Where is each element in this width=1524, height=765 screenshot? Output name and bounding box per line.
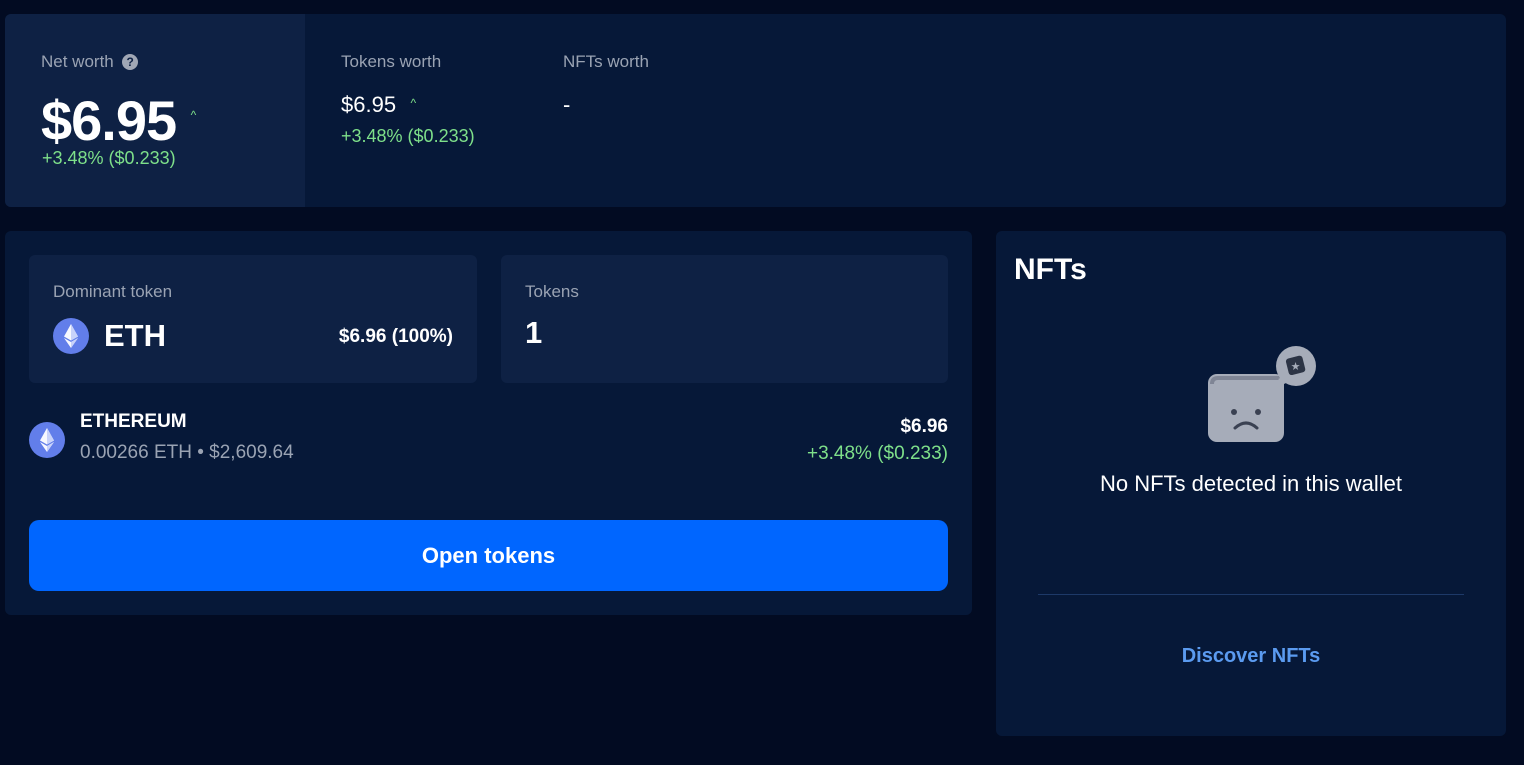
nfts-empty-message: No NFTs detected in this wallet xyxy=(1099,471,1403,496)
dominant-token-value: $6.96 (100%) xyxy=(338,326,453,347)
net-worth-label-row: Net worth ? xyxy=(41,52,139,72)
token-value: $6.96 xyxy=(900,416,948,437)
portfolio-summary: Net worth ? $6.95 ^ +3.48% ($0.233) Toke… xyxy=(5,14,1506,207)
tokens-count-value: 1 xyxy=(525,315,543,350)
token-name: ETHEREUM xyxy=(80,411,187,432)
tokens-worth-block: Tokens worth $6.95 ^ +3.48% ($0.233) xyxy=(341,52,475,147)
divider xyxy=(1038,594,1464,595)
nfts-panel: NFTs ★ No NFTs detected in this wallet D… xyxy=(996,231,1506,736)
token-change: +3.48% ($0.233) xyxy=(806,443,948,464)
net-worth-label: Net worth xyxy=(41,52,114,71)
nfts-worth-label: NFTs worth xyxy=(563,52,649,71)
ethereum-icon xyxy=(53,318,89,354)
discover-nfts-link[interactable]: Discover NFTs xyxy=(996,645,1506,668)
help-icon[interactable]: ? xyxy=(122,54,139,70)
net-worth-card: Net worth ? $6.95 ^ +3.48% ($0.233) xyxy=(5,14,305,207)
ethereum-icon xyxy=(29,422,65,458)
nfts-worth-value: - xyxy=(563,92,571,117)
empty-wallet-icon: ★ xyxy=(1206,344,1320,446)
trend-up-icon: ^ xyxy=(190,108,197,122)
svg-text:★: ★ xyxy=(1291,360,1301,373)
tokens-worth-value: $6.95 xyxy=(341,92,397,117)
net-worth-change: +3.48% ($0.233) xyxy=(42,148,176,168)
dominant-token-label: Dominant token xyxy=(53,282,173,301)
nfts-title: NFTs xyxy=(1014,253,1087,286)
dominant-token-symbol: ETH xyxy=(104,318,166,353)
trend-up-icon: ^ xyxy=(410,96,417,110)
open-tokens-button[interactable]: Open tokens xyxy=(29,520,948,591)
tokens-panel: Dominant token ETH $6.96 (100%) Tokens 1… xyxy=(5,231,972,615)
tokens-count-label: Tokens xyxy=(525,282,579,301)
tokens-count-card: Tokens 1 xyxy=(501,255,948,383)
tokens-worth-label: Tokens worth xyxy=(341,52,442,71)
tokens-worth-change: +3.48% ($0.233) xyxy=(341,126,475,146)
token-detail: 0.00266 ETH • $2,609.64 xyxy=(80,442,294,463)
tokens-worth-value-row: $6.95 ^ xyxy=(341,92,475,118)
token-list-item[interactable]: ETHEREUM 0.00266 ETH • $2,609.64 $6.96 +… xyxy=(29,409,948,469)
net-worth-value: $6.95 xyxy=(41,89,177,152)
nfts-worth-block: NFTs worth - xyxy=(563,52,649,118)
dominant-token-card: Dominant token ETH $6.96 (100%) xyxy=(29,255,477,383)
net-worth-value-row: $6.95 ^ xyxy=(41,88,196,153)
